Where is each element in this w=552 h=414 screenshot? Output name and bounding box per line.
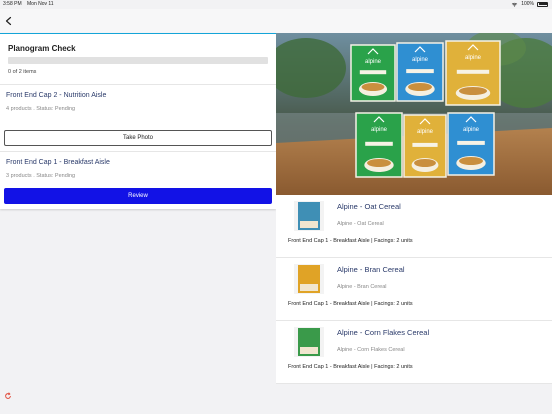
brand-label: alpine	[465, 55, 482, 61]
product-name: Alpine - Corn Flakes Cereal	[337, 328, 430, 337]
product-subtitle: Alpine - Corn Flakes Cereal	[337, 347, 405, 353]
checklist-pane: Planogram Check 0 of 2 items Front End C…	[0, 9, 276, 414]
cereal-box: alpine	[350, 44, 396, 102]
product-info: Front End Cap 1 - Breakfast Aisle | Faci…	[288, 301, 413, 307]
product-info: Front End Cap 1 - Breakfast Aisle | Faci…	[288, 364, 413, 370]
product-name: Alpine - Bran Cereal	[337, 265, 405, 274]
planogram-check-card: Planogram Check 0 of 2 items Front End C…	[0, 33, 276, 209]
product-subtitle: Alpine - Bran Cereal	[337, 284, 387, 290]
product-thumbnail	[294, 327, 324, 357]
list-item[interactable]: Alpine - Bran Cereal Alpine - Bran Cerea…	[276, 258, 552, 321]
aisle-title-nutrition[interactable]: Front End Cap 2 - Nutrition Aisle	[6, 92, 106, 99]
battery-icon	[537, 1, 548, 7]
cereal-box: alpine	[355, 112, 403, 178]
cereal-box: alpine	[403, 114, 447, 178]
status-time: 3:58 PM	[3, 1, 22, 7]
cereal-box: alpine	[396, 42, 444, 102]
aisle-title-breakfast[interactable]: Front End Cap 1 - Breakfast Aisle	[6, 159, 110, 166]
brand-label: alpine	[417, 129, 434, 135]
cereal-box: alpine	[445, 40, 501, 106]
aisle-meta-nutrition: 4 products . Status: Pending	[6, 106, 76, 112]
chevron-left-icon[interactable]	[4, 16, 14, 26]
product-info: Front End Cap 1 - Breakfast Aisle | Faci…	[288, 238, 413, 244]
product-thumbnail	[294, 264, 324, 294]
divider	[0, 151, 276, 152]
list-item[interactable]: Alpine - Corn Flakes Cereal Alpine - Cor…	[276, 321, 552, 384]
wifi-icon	[511, 2, 518, 7]
battery-percent: 100%	[521, 1, 534, 7]
list-item[interactable]: Alpine - Oat Cereal Alpine - Oat Cereal …	[276, 195, 552, 258]
brand-label: alpine	[371, 127, 388, 133]
review-button[interactable]: Review	[4, 188, 272, 204]
refresh-icon[interactable]	[4, 392, 12, 400]
page-title: Planogram Check	[8, 44, 76, 53]
product-name: Alpine - Oat Cereal	[337, 202, 401, 211]
progress-text: 0 of 2 items	[8, 69, 37, 75]
status-right: 100%	[511, 1, 548, 7]
product-subtitle: Alpine - Oat Cereal	[337, 221, 384, 227]
take-photo-button[interactable]: Take Photo	[4, 130, 272, 146]
progress-bar	[8, 57, 268, 64]
shelf-photo: alpine alpine alpine alpine alpine alpine	[276, 33, 552, 195]
divider	[0, 84, 276, 85]
cereal-box: alpine	[447, 112, 495, 176]
detail-header	[276, 9, 552, 33]
status-date: Mon Nov 11	[27, 1, 54, 7]
detail-pane: alpine alpine alpine alpine alpine alpine Alp…	[276, 9, 552, 414]
brand-label: alpine	[365, 59, 382, 65]
product-list: Alpine - Oat Cereal Alpine - Oat Cereal …	[276, 195, 552, 384]
aisle-meta-breakfast: 3 products . Status: Pending	[6, 173, 76, 179]
brand-label: alpine	[412, 57, 429, 63]
product-thumbnail	[294, 201, 324, 231]
nav-bar	[0, 9, 276, 33]
brand-label: alpine	[463, 127, 480, 133]
status-bar: 3:58 PM Mon Nov 11 100%	[0, 0, 552, 9]
